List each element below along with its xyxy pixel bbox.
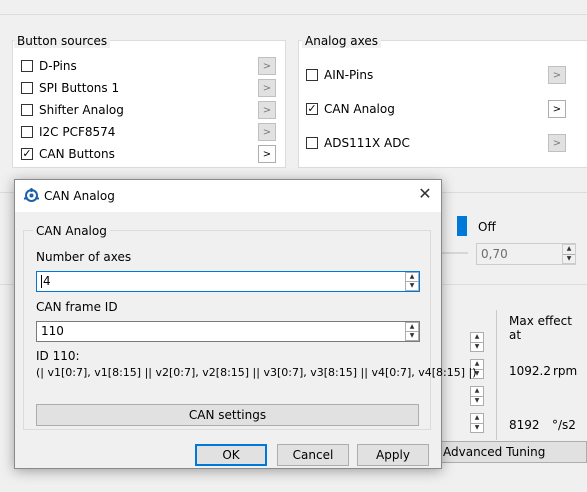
can-analog-group-title: CAN Analog (33, 224, 110, 238)
spin-down-icon[interactable]: ▼ (471, 422, 483, 433)
row-spinner-4[interactable]: ▲ ▼ (470, 413, 484, 433)
toggle-switch[interactable] (457, 216, 467, 236)
spin-down-icon[interactable]: ▼ (471, 395, 483, 406)
checkbox-spi-buttons-1[interactable]: SPI Buttons 1 (21, 80, 119, 96)
checkbox-label: Shifter Analog (39, 103, 124, 117)
checkbox-ads111x-adc[interactable]: ADS111X ADC (306, 135, 410, 151)
frame-id-field[interactable]: 110 (36, 321, 420, 342)
analog-axes-title: Analog axes (302, 34, 381, 48)
row-spinner-1[interactable]: ▲ ▼ (470, 332, 484, 352)
spin-down-icon[interactable]: ▼ (406, 281, 418, 290)
shifter-analog-config-button[interactable]: > (258, 101, 276, 119)
i2c-config-button[interactable]: > (258, 123, 276, 141)
checkbox-shifter-analog[interactable]: Shifter Analog (21, 102, 124, 118)
can-analog-config-button[interactable]: > (548, 100, 566, 118)
app-logo-icon (24, 188, 39, 202)
spin-up-icon[interactable]: ▲ (406, 273, 418, 281)
num-axes-field[interactable]: 4 (36, 271, 420, 292)
spin-up-icon[interactable]: ▲ (471, 387, 483, 396)
text-cursor (41, 275, 42, 288)
apply-button[interactable]: Apply (357, 444, 429, 466)
checkmark-icon: ✓ (22, 147, 32, 160)
can-buttons-config-button[interactable]: > (258, 145, 276, 163)
frame-id-spinner[interactable]: ▲ ▼ (405, 322, 419, 341)
can-settings-button[interactable]: CAN settings (36, 404, 419, 426)
num-axes-value: 4 (43, 274, 51, 288)
accel-value: 8192 (509, 418, 540, 432)
value-spinner[interactable]: ▲ ▼ (562, 244, 576, 264)
divider (0, 14, 587, 15)
checkmark-icon: ✓ (307, 102, 317, 115)
vertical-separator (496, 310, 497, 440)
spin-up-icon[interactable]: ▲ (471, 414, 483, 423)
checkbox-label: CAN Analog (324, 102, 395, 116)
can-analog-dialog: CAN Analog ✕ CAN Analog Number of axes 4… (14, 179, 477, 469)
frame-id-value: 110 (41, 324, 64, 338)
checkbox-label: ADS111X ADC (324, 136, 410, 150)
advanced-tuning-button[interactable]: Advanced Tuning (420, 441, 587, 463)
spin-up-icon[interactable]: ▲ (406, 323, 418, 331)
accel-unit: °/s2 (552, 418, 576, 432)
checkbox-d-pins[interactable]: D-Pins (21, 58, 77, 74)
spin-down-icon[interactable]: ▼ (406, 331, 418, 340)
slider-track[interactable] (442, 252, 468, 254)
ain-pins-config-button[interactable]: > (548, 66, 566, 84)
checkbox-i2c-pcf8574[interactable]: I2C PCF8574 (21, 124, 115, 140)
dialog-titlebar[interactable]: CAN Analog ✕ (15, 180, 441, 212)
checkbox-label: SPI Buttons 1 (39, 81, 120, 95)
ok-button[interactable]: OK (195, 444, 267, 466)
checkbox-can-analog[interactable]: ✓ CAN Analog (306, 101, 395, 117)
spin-down-icon[interactable]: ▼ (471, 341, 483, 352)
checkbox-box[interactable]: ✓ (306, 103, 318, 115)
checkbox-label: AIN-Pins (324, 68, 374, 82)
checkbox-can-buttons[interactable]: ✓ CAN Buttons (21, 146, 115, 162)
checkbox-box[interactable]: ✓ (21, 148, 33, 160)
spin-up-icon[interactable]: ▲ (471, 333, 483, 342)
advanced-tuning-label: Advanced Tuning (443, 445, 546, 459)
button-sources-title: Button sources (14, 34, 111, 48)
rpm-value: 1092.2 (509, 364, 551, 378)
max-effect-label: Max effect at (509, 314, 572, 342)
checkbox-box[interactable] (21, 82, 33, 94)
num-axes-spinner[interactable]: ▲ ▼ (405, 272, 419, 291)
ads111x-config-button[interactable]: > (548, 134, 566, 152)
checkbox-ain-pins[interactable]: AIN-Pins (306, 67, 373, 83)
dialog-title: CAN Analog (44, 189, 115, 203)
num-axes-label: Number of axes (36, 250, 132, 264)
id-info-line-1: ID 110: (36, 349, 80, 363)
d-pins-config-button[interactable]: > (258, 57, 276, 75)
close-icon[interactable]: ✕ (417, 186, 433, 202)
frame-id-label: CAN frame ID (36, 300, 118, 314)
toggle-state-label: Off (478, 220, 496, 234)
checkbox-label: I2C PCF8574 (39, 125, 116, 139)
rpm-unit: rpm (553, 364, 578, 378)
spi-buttons-config-button[interactable]: > (258, 79, 276, 97)
id-info-line-2: (| v1[0:7], v1[8:15] || v2[0:7], v2[8:15… (36, 366, 477, 379)
cancel-button[interactable]: Cancel (277, 444, 349, 466)
checkbox-box[interactable] (21, 60, 33, 72)
checkbox-label: D-Pins (39, 59, 77, 73)
value-field[interactable]: 0,70 (476, 243, 576, 265)
spin-down-icon[interactable]: ▼ (563, 253, 575, 264)
checkbox-box[interactable] (306, 137, 318, 149)
row-spinner-3[interactable]: ▲ ▼ (470, 386, 484, 406)
spin-up-icon[interactable]: ▲ (563, 245, 575, 254)
checkbox-box[interactable] (21, 104, 33, 116)
checkbox-box[interactable] (21, 126, 33, 138)
checkbox-label: CAN Buttons (39, 147, 115, 161)
checkbox-box[interactable] (306, 69, 318, 81)
